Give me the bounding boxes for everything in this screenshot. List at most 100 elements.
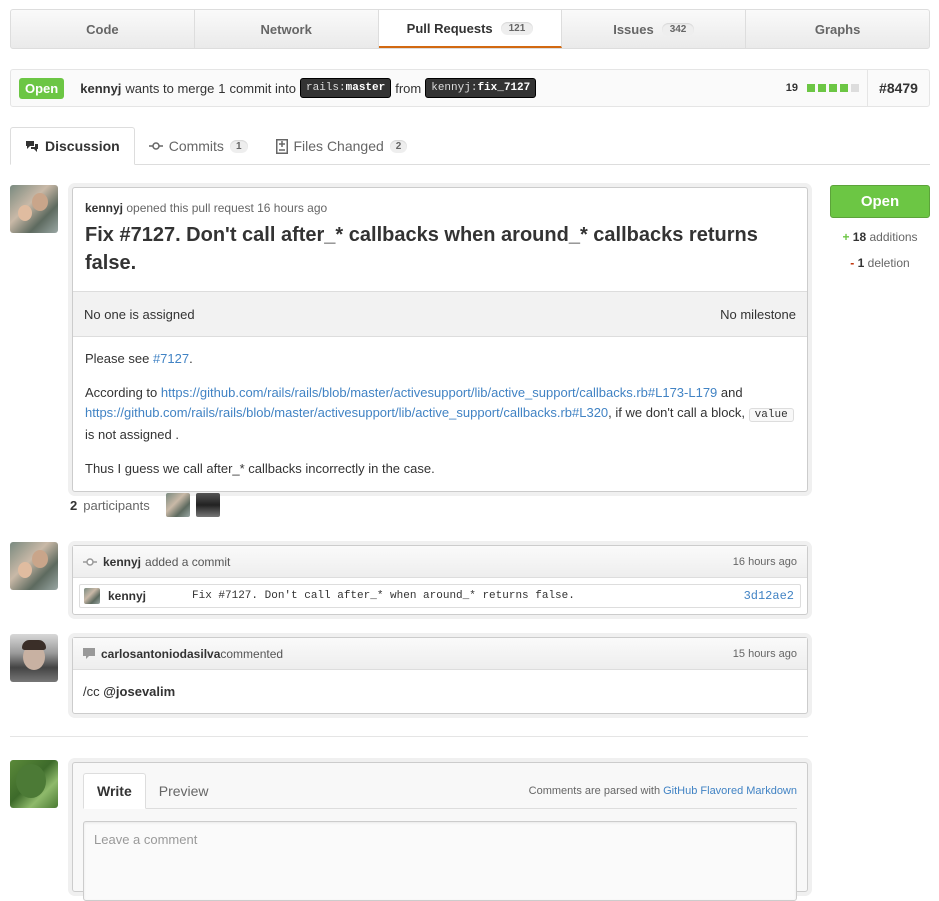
author-link[interactable]: kennyj — [85, 201, 123, 215]
assignee-status[interactable]: No one is assigned — [84, 307, 195, 322]
text: and — [720, 385, 743, 400]
diffstat-add-block — [818, 84, 826, 92]
nav-tab-pull-requests[interactable]: Pull Requests 121 — [378, 10, 563, 48]
event-time[interactable]: 15 hours ago — [733, 648, 797, 660]
paragraph: According to https://github.com/rails/ra… — [85, 383, 795, 445]
nav-tab-label: Code — [86, 21, 119, 37]
base-repo: rails — [306, 82, 340, 94]
text: is not assigned . — [85, 427, 179, 442]
additions-stat: + 18 additions — [830, 230, 930, 244]
base-branch[interactable]: rails:master — [300, 78, 392, 98]
milestone-status[interactable]: No milestone — [720, 307, 796, 322]
discussion-icon — [25, 140, 39, 153]
participant-avatar[interactable] — [195, 493, 220, 517]
avatar[interactable] — [10, 634, 58, 682]
state-button[interactable]: Open — [830, 185, 930, 218]
pull-tabs: Discussion Commits 1 Files Changed 2 — [10, 127, 930, 165]
diffstat-count: 19 — [785, 82, 798, 94]
commit-author-avatar — [84, 588, 100, 604]
tab-label: Files Changed — [293, 138, 384, 154]
summary-text: commit into — [229, 80, 296, 96]
tab-preview[interactable]: Preview — [146, 773, 222, 809]
commit-count: 1 — [218, 80, 226, 96]
write-tabs: Write Preview Comments are parsed with G… — [83, 773, 797, 809]
nav-tab-code[interactable]: Code — [11, 10, 195, 48]
participants: 2 participants — [70, 493, 220, 517]
tab-write[interactable]: Write — [83, 773, 146, 809]
text: . — [189, 351, 193, 366]
paragraph: Thus I guess we call after_* callbacks i… — [85, 461, 435, 476]
avatar[interactable] — [10, 542, 58, 590]
pr-author-link[interactable]: kennyj — [80, 81, 121, 96]
event-header: kennyj added a commit 16 hours ago — [73, 546, 807, 578]
issues-count: 342 — [661, 22, 695, 36]
state-badge: Open — [19, 77, 65, 99]
participants-label: participants — [83, 497, 150, 513]
diffstat[interactable]: 19 — [786, 82, 859, 94]
event-action: added a commit — [145, 554, 231, 569]
inline-code: value — [748, 408, 794, 422]
head-branch-name: fix_7127 — [477, 82, 531, 94]
commits-count: 1 — [229, 139, 248, 153]
event-time[interactable]: 16 hours ago — [733, 556, 797, 568]
pull-requests-count: 121 — [500, 21, 534, 35]
comment-icon — [83, 647, 95, 660]
commit-author[interactable]: kennyj — [108, 589, 192, 603]
markdown-hint: Comments are parsed with GitHub Flavored… — [529, 773, 797, 808]
paragraph: Please see #7127. — [85, 349, 795, 369]
markdown-help-link[interactable]: GitHub Flavored Markdown — [663, 785, 797, 797]
commit-icon — [148, 141, 163, 151]
event-author-link[interactable]: kennyj — [103, 555, 141, 569]
timeline-divider — [10, 736, 808, 737]
comment-event: carlosantoniodasilva commented 15 hours … — [72, 637, 808, 714]
source-link[interactable]: https://github.com/rails/rails/blob/mast… — [161, 385, 717, 400]
tab-label: Discussion — [45, 138, 120, 154]
base-branch-name: master — [345, 82, 386, 94]
participant-avatar[interactable] — [165, 493, 190, 517]
pull-request-description: kennyj opened this pull request 16 hours… — [72, 187, 808, 492]
nav-tab-graphs[interactable]: Graphs — [746, 10, 929, 48]
hint-text: Comments are parsed with — [528, 784, 661, 797]
nav-tab-network[interactable]: Network — [195, 10, 379, 48]
tab-label: Commits — [168, 138, 224, 154]
avatar[interactable] — [10, 760, 58, 808]
head-branch[interactable]: kennyj:fix_7127 — [425, 78, 537, 98]
additions-label: additions — [869, 230, 918, 244]
commit-message[interactable]: Fix #7127. Don't call after_* when aroun… — [192, 590, 575, 602]
files-count: 2 — [389, 139, 408, 153]
summary-text: wants to merge — [125, 80, 215, 96]
diff-file-icon — [275, 138, 288, 154]
comment-body: /cc @josevalim — [73, 670, 807, 713]
user-mention[interactable]: @josevalim — [103, 684, 175, 699]
nav-tab-issues[interactable]: Issues 342 — [562, 10, 747, 48]
commit-sha-link[interactable]: 3d12ae2 — [744, 589, 796, 603]
deletions-count: 1 — [857, 256, 865, 270]
diffstat-add-block — [829, 84, 837, 92]
commit-icon — [83, 557, 97, 567]
text: According to — [85, 385, 158, 400]
event-author-link[interactable]: carlosantoniodasilva — [101, 647, 220, 661]
issue-link[interactable]: #7127 — [153, 351, 189, 366]
comment-textarea[interactable] — [83, 821, 797, 901]
additions-sign: + — [842, 230, 850, 244]
tab-files-changed[interactable]: Files Changed 2 — [262, 127, 422, 165]
nav-tab-label: Network — [260, 21, 312, 37]
sidebar: Open + 18 additions - 1 deletion — [830, 185, 930, 270]
summary-text: from — [395, 80, 422, 96]
event-header: carlosantoniodasilva commented 15 hours … — [73, 638, 807, 670]
diffstat-add-block — [840, 84, 848, 92]
pr-number: #8479 — [867, 70, 929, 106]
comment-text: /cc — [83, 684, 100, 699]
tab-discussion[interactable]: Discussion — [10, 127, 135, 165]
merge-summary: kennyj wants to merge 1 commit into rail… — [80, 78, 537, 98]
commit-event: kennyj added a commit 16 hours ago kenny… — [72, 545, 808, 615]
pull-request-header: Open kennyj wants to merge 1 commit into… — [10, 69, 930, 107]
participants-count: 2 — [70, 497, 78, 513]
text: , if we don't call a block, — [608, 405, 746, 420]
tab-commits[interactable]: Commits 1 — [135, 127, 262, 165]
nav-tab-label: Graphs — [814, 21, 861, 37]
new-comment-form: Write Preview Comments are parsed with G… — [72, 762, 808, 901]
source-link[interactable]: https://github.com/rails/rails/blob/mast… — [85, 405, 608, 420]
nav-tab-label: Issues — [613, 21, 654, 37]
avatar[interactable] — [10, 185, 58, 233]
